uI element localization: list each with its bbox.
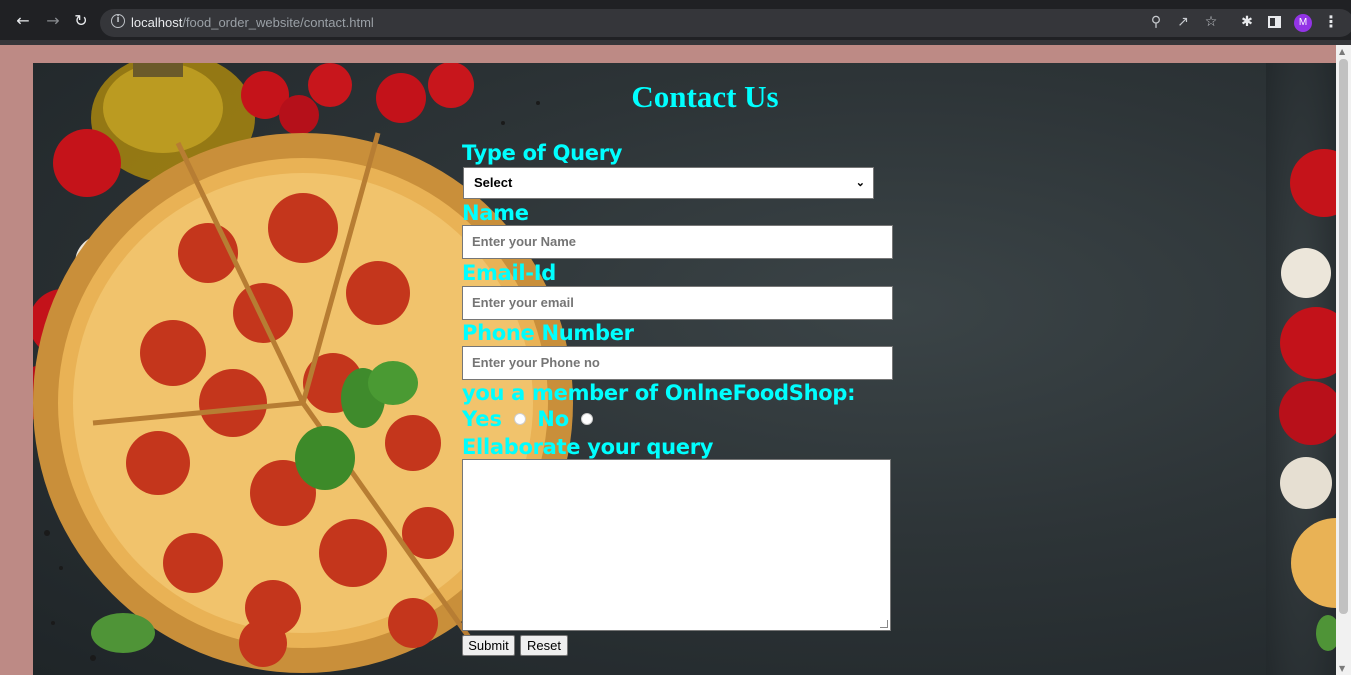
extensions-icon[interactable]: ✱ [1238,13,1256,31]
chevron-down-icon: ⌄ [855,177,865,189]
phone-input[interactable]: Enter your Phone no [462,346,893,380]
reset-button[interactable]: Reset [520,635,568,656]
browser-toolbar: ← → ↻ i localhost/food_order_website/con… [0,0,1351,45]
scroll-down-icon[interactable]: ▼ [1339,664,1345,673]
star-icon[interactable]: ☆ [1202,13,1220,31]
page-viewport: Contact Us Type of Query Select ⌄ Name E… [0,45,1336,675]
url-path: /food_order_website/contact.html [182,15,374,30]
membership-question-label: you a member of OnlneFoodShop: [462,381,856,405]
yes-radio[interactable] [514,413,527,425]
yes-label: Yes [462,407,503,431]
query-type-select[interactable]: Select ⌄ [463,167,874,199]
avatar[interactable]: M [1294,14,1312,32]
phone-label: Phone Number [462,321,634,345]
name-input[interactable]: Enter your Name [462,225,893,259]
no-label: No [537,407,570,431]
scroll-up-icon[interactable]: ▲ [1339,47,1345,56]
query-textarea[interactable] [462,459,891,631]
url-text[interactable]: localhost/food_order_website/contact.htm… [131,15,374,30]
tomato-strip-illustration [1279,149,1336,651]
scrollbar[interactable]: ▲ ▼ [1336,45,1351,675]
url-host: localhost [131,15,183,30]
membership-radio-group: Yes No [462,407,599,431]
email-label: Email-Id [462,261,556,285]
submit-button[interactable]: Submit [462,635,515,656]
forward-arrow-icon[interactable]: → [44,12,62,30]
page-title: Contact Us [631,79,779,114]
elaborate-query-label: Ellaborate your query [462,435,714,459]
no-radio[interactable] [581,413,594,425]
back-arrow-icon[interactable]: ← [14,12,32,30]
query-type-label: Type of Query [462,141,623,165]
email-input[interactable]: Enter your email [462,286,893,320]
reload-icon[interactable]: ↻ [72,12,90,30]
background-strip [1266,63,1336,675]
query-type-selected: Select [474,175,513,190]
zoom-icon[interactable]: ⚲ [1147,13,1165,31]
menu-icon[interactable]: ⋮ [1323,13,1339,31]
side-panel-icon[interactable] [1265,13,1283,31]
info-icon[interactable]: i [111,14,125,28]
name-label: Name [462,201,529,225]
resize-grip-icon[interactable] [880,620,888,628]
scroll-thumb[interactable] [1339,59,1348,614]
share-icon[interactable]: ↗ [1174,13,1192,31]
